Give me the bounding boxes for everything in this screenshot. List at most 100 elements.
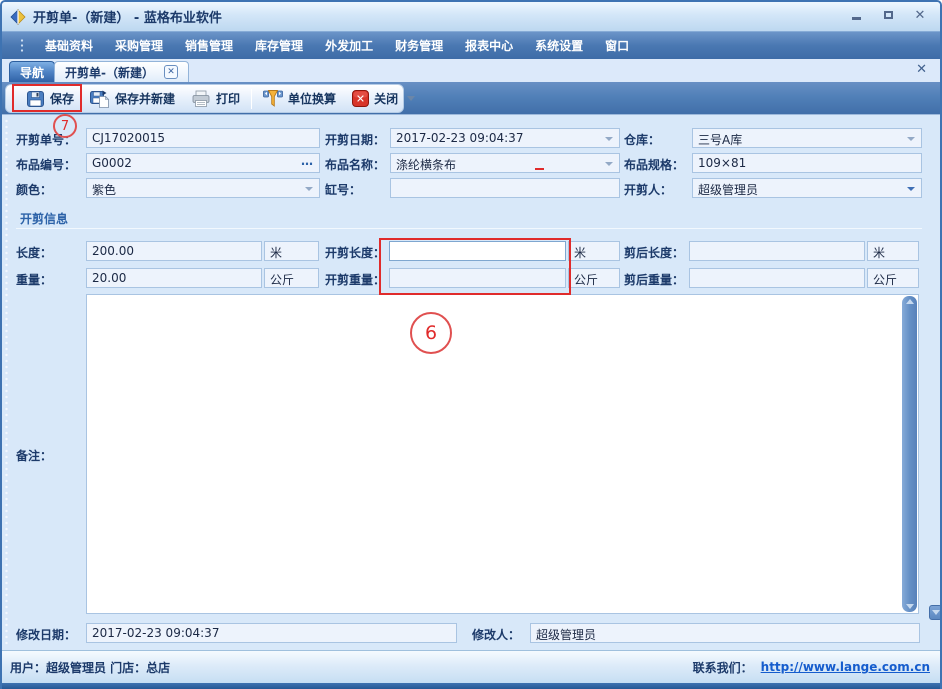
website-link[interactable]: http://www.lange.com.cn bbox=[761, 660, 930, 674]
menu-inventory[interactable]: 库存管理 bbox=[246, 33, 312, 58]
annotation-callout-6-number: 6 bbox=[425, 322, 437, 344]
menu-settings[interactable]: 系统设置 bbox=[526, 33, 592, 58]
vat-no-label: 缸号： bbox=[325, 181, 361, 198]
title-bar: 开剪单-（新建） - 蓝格布业软件 ✕ bbox=[2, 2, 940, 31]
dock-grip-icon bbox=[4, 118, 9, 646]
fabric-no-field[interactable]: G0002 … bbox=[86, 153, 320, 173]
cut-length-unit-box: 米 bbox=[568, 241, 620, 261]
cut-date-dropdown-icon[interactable] bbox=[605, 137, 613, 141]
unit-convert-label: 单位换算 bbox=[288, 90, 336, 107]
minimize-button[interactable] bbox=[848, 8, 864, 22]
modifier-value: 超级管理员 bbox=[536, 628, 596, 642]
fabric-no-label: 布品编号： bbox=[16, 156, 76, 173]
length-unit: 米 bbox=[270, 246, 282, 260]
menu-purchase[interactable]: 采购管理 bbox=[106, 33, 172, 58]
fabric-name-dropdown-icon[interactable] bbox=[605, 162, 613, 166]
weight-label: 重量： bbox=[16, 271, 52, 288]
weight-field[interactable]: 20.00 bbox=[86, 268, 262, 288]
length-value: 200.00 bbox=[92, 244, 134, 258]
cut-length-unit: 米 bbox=[574, 246, 586, 260]
close-form-icon: ✕ bbox=[352, 90, 369, 107]
section-divider bbox=[16, 228, 922, 229]
after-weight-unit: 公斤 bbox=[873, 273, 897, 287]
color-value: 紫色 bbox=[92, 183, 116, 197]
save-and-new-button[interactable]: 保存并新建 bbox=[82, 87, 183, 111]
menu-window[interactable]: 窗口 bbox=[596, 33, 638, 58]
window-title: 开剪单-（新建） - 蓝格布业软件 bbox=[33, 7, 222, 26]
warehouse-label: 仓库： bbox=[624, 131, 660, 148]
fabric-spec-label: 布品规格： bbox=[624, 156, 684, 173]
app-icon bbox=[10, 9, 26, 25]
fabric-no-browse-icon[interactable]: … bbox=[301, 154, 314, 168]
menu-outsourcing[interactable]: 外发加工 bbox=[316, 33, 382, 58]
after-length-unit: 米 bbox=[873, 246, 885, 260]
unit-convert-button[interactable]: 单位换算 bbox=[255, 86, 344, 111]
annotation-box-cut-fields bbox=[379, 238, 571, 295]
weight-value: 20.00 bbox=[92, 271, 126, 285]
menu-finance[interactable]: 财务管理 bbox=[386, 33, 452, 58]
print-label: 打印 bbox=[216, 90, 240, 107]
contact-label: 联系我们： bbox=[693, 659, 753, 676]
vat-no-field[interactable] bbox=[390, 178, 620, 198]
modified-date-label: 修改日期： bbox=[16, 626, 76, 643]
toolbar: 保存 保存并新建 bbox=[2, 82, 940, 115]
svg-text:✕: ✕ bbox=[356, 93, 365, 106]
modifier-label: 修改人： bbox=[472, 626, 520, 643]
fabric-spec-field[interactable]: 109×81 bbox=[692, 153, 922, 173]
save-and-new-label: 保存并新建 bbox=[115, 90, 175, 107]
warehouse-value: 三号A库 bbox=[698, 133, 742, 147]
menu-base-data[interactable]: 基础资料 bbox=[36, 33, 102, 58]
scroll-up-icon[interactable] bbox=[906, 299, 914, 304]
save-and-new-icon bbox=[90, 90, 110, 108]
menu-sales[interactable]: 销售管理 bbox=[176, 33, 242, 58]
after-length-label: 剪后长度： bbox=[624, 244, 684, 261]
status-bar: 用户：超级管理员 门店：总店 联系我们： http://www.lange.co… bbox=[2, 650, 940, 683]
close-form-button[interactable]: ✕ 关闭 bbox=[344, 87, 423, 110]
unit-convert-icon bbox=[263, 89, 283, 108]
panel-scroll-down-icon[interactable] bbox=[929, 605, 942, 620]
fabric-name-field[interactable]: 涤纶横条布 bbox=[390, 153, 620, 173]
menu-bar: 基础资料 采购管理 销售管理 库存管理 外发加工 财务管理 报表中心 系统设置 … bbox=[2, 31, 940, 59]
maximize-button[interactable] bbox=[880, 8, 896, 22]
menu-reports[interactable]: 报表中心 bbox=[456, 33, 522, 58]
close-dropdown-icon[interactable] bbox=[407, 96, 415, 101]
after-weight-unit-box: 公斤 bbox=[867, 268, 919, 288]
annotation-box-save bbox=[12, 84, 82, 112]
color-field[interactable]: 紫色 bbox=[86, 178, 320, 198]
cut-date-field[interactable]: 2017-02-23 09:04:37 bbox=[390, 128, 620, 148]
warehouse-dropdown-icon[interactable] bbox=[907, 137, 915, 141]
close-window-button[interactable]: ✕ bbox=[912, 8, 928, 22]
tab-navigation[interactable]: 导航 bbox=[9, 61, 55, 82]
annotation-callout-6: 6 bbox=[410, 312, 452, 354]
warehouse-field[interactable]: 三号A库 bbox=[692, 128, 922, 148]
order-no-field[interactable]: CJ17020015 bbox=[86, 128, 320, 148]
modifier-field[interactable]: 超级管理员 bbox=[530, 623, 920, 643]
print-button[interactable]: 打印 bbox=[183, 87, 248, 111]
cutter-dropdown-icon[interactable] bbox=[907, 187, 915, 191]
scroll-down-icon[interactable] bbox=[906, 604, 914, 609]
order-no-value: CJ17020015 bbox=[92, 131, 165, 145]
tab-close-icon[interactable]: ✕ bbox=[164, 65, 178, 79]
modified-date-field[interactable]: 2017-02-23 09:04:37 bbox=[86, 623, 457, 643]
cut-weight-unit: 公斤 bbox=[574, 273, 598, 287]
print-icon bbox=[191, 90, 211, 108]
cutter-value: 超级管理员 bbox=[698, 183, 758, 197]
modified-date-value: 2017-02-23 09:04:37 bbox=[92, 626, 219, 640]
tabstrip-close-icon[interactable]: ✕ bbox=[916, 62, 927, 77]
after-weight-field[interactable] bbox=[689, 268, 865, 288]
tab-cutting-order[interactable]: 开剪单-（新建） ✕ bbox=[54, 61, 189, 82]
remarks-textarea[interactable] bbox=[86, 294, 919, 614]
weight-unit: 公斤 bbox=[270, 273, 294, 287]
cut-length-label: 开剪长度： bbox=[325, 244, 385, 261]
cut-weight-unit-box: 公斤 bbox=[568, 268, 620, 288]
weight-unit-box: 公斤 bbox=[264, 268, 319, 288]
toolbar-separator bbox=[251, 89, 252, 109]
fabric-name-label: 布品名称： bbox=[325, 156, 385, 173]
cutter-field[interactable]: 超级管理员 bbox=[692, 178, 922, 198]
length-field[interactable]: 200.00 bbox=[86, 241, 262, 261]
after-length-field[interactable] bbox=[689, 241, 865, 261]
cut-weight-label: 开剪重量： bbox=[325, 271, 385, 288]
remarks-scrollbar[interactable] bbox=[902, 296, 917, 612]
color-dropdown-icon[interactable] bbox=[305, 187, 313, 191]
close-form-label: 关闭 bbox=[374, 90, 398, 107]
